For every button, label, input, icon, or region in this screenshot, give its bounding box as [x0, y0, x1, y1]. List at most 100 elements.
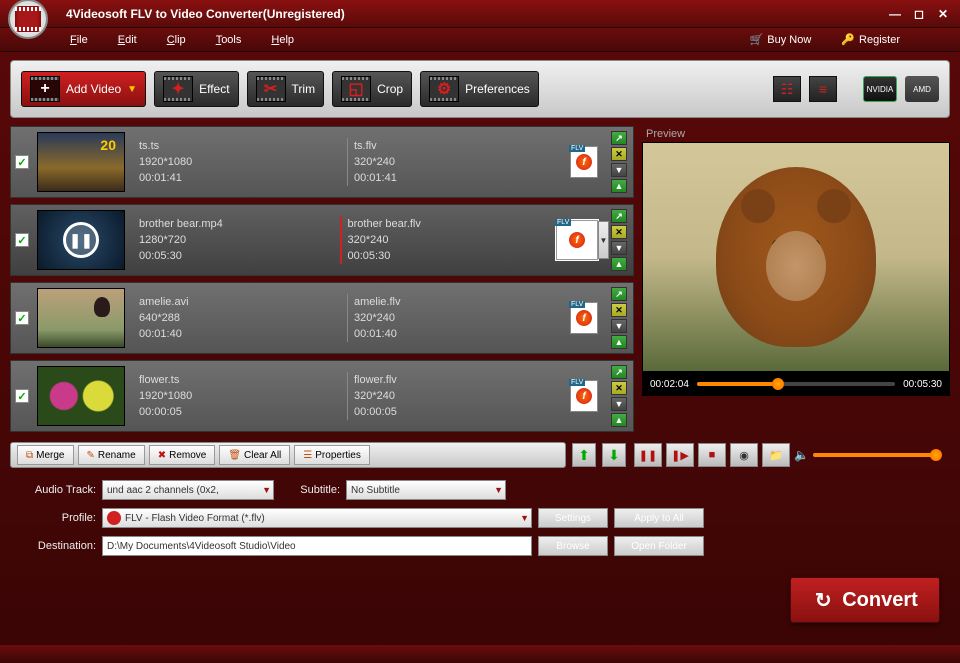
file-remove-button[interactable]: ✕	[611, 303, 627, 317]
properties-button[interactable]: ☰Properties	[294, 445, 370, 465]
convert-button[interactable]: ↻ Convert	[790, 577, 940, 623]
nvidia-badge: NVIDIA	[863, 76, 897, 102]
audio-track-select[interactable]: und aac 2 channels (0x2,▼	[102, 480, 274, 500]
format-icon[interactable]: f	[570, 380, 598, 412]
file-expand-button[interactable]: ↗	[611, 209, 627, 223]
output-duration: 00:05:30	[348, 248, 549, 264]
settings-panel: Audio Track: und aac 2 channels (0x2,▼ S…	[0, 470, 960, 566]
rename-button[interactable]: ✎Rename	[78, 445, 145, 465]
flash-icon: f	[576, 310, 592, 326]
file-resolution: 1920*1080	[139, 154, 347, 170]
menubar: File Edit Clip Tools Help 🛒Buy Now 🔑Regi…	[0, 28, 960, 52]
file-down-button[interactable]: ▼	[611, 319, 627, 333]
file-list: ✓ ts.ts 1920*1080 00:01:41 ts.flv 320*24…	[10, 126, 634, 432]
file-down-button[interactable]: ▼	[611, 163, 627, 177]
flash-icon: f	[576, 154, 592, 170]
view-detail-button[interactable]: ☷	[773, 76, 801, 102]
speaker-icon[interactable]: 🔈	[794, 448, 809, 462]
move-up-button[interactable]: ⬆	[572, 443, 596, 467]
list-actions-row: ⧉Merge ✎Rename ✖Remove 🗑Clear All ☰Prope…	[10, 440, 950, 470]
settings-button[interactable]: Settings	[538, 508, 608, 528]
menu-edit[interactable]: Edit	[118, 34, 137, 46]
cart-icon: 🛒	[750, 33, 764, 46]
file-remove-button[interactable]: ✕	[611, 381, 627, 395]
trim-button[interactable]: ✂ Trim	[247, 71, 325, 107]
file-duration: 00:00:05	[139, 404, 347, 420]
file-expand-button[interactable]: ↗	[611, 287, 627, 301]
minimize-button[interactable]: —	[886, 6, 904, 22]
format-icon[interactable]: f	[570, 146, 598, 178]
file-resolution: 640*288	[139, 310, 347, 326]
file-down-button[interactable]: ▼	[611, 241, 627, 255]
format-icon[interactable]: f ▼	[556, 220, 598, 260]
gear-icon: ⚙	[429, 76, 459, 102]
file-name: amelie.avi	[139, 294, 347, 310]
profile-select[interactable]: FLV - Flash Video Format (*.flv) ▼	[102, 508, 532, 528]
audio-track-label: Audio Track:	[16, 484, 96, 496]
window-title: 4Videosoft FLV to Video Converter(Unregi…	[56, 7, 886, 21]
seek-knob-icon[interactable]	[772, 378, 784, 390]
key-icon: 🔑	[841, 33, 855, 46]
crop-button[interactable]: ◱ Crop	[332, 71, 412, 107]
snapshot-button[interactable]: ◉	[730, 443, 758, 467]
profile-label: Profile:	[16, 512, 96, 524]
destination-input[interactable]: D:\My Documents\4Videosoft Studio\Video	[102, 536, 532, 556]
close-button[interactable]: ✕	[934, 6, 952, 22]
file-up-button[interactable]: ▲	[611, 257, 627, 271]
file-expand-button[interactable]: ↗	[611, 131, 627, 145]
file-up-button[interactable]: ▲	[611, 413, 627, 427]
stop-button[interactable]: ■	[698, 443, 726, 467]
convert-icon: ↻	[812, 589, 834, 611]
file-expand-button[interactable]: ↗	[611, 365, 627, 379]
preferences-button[interactable]: ⚙ Preferences	[420, 71, 539, 107]
dropdown-arrow-icon: ▼	[127, 84, 137, 95]
merge-button[interactable]: ⧉Merge	[17, 445, 74, 465]
move-down-button[interactable]: ⬇	[602, 443, 626, 467]
preview-controls: ❚❚ ❚▶ ■ ◉ 📁 🔈	[632, 440, 940, 470]
file-checkbox[interactable]: ✓	[15, 311, 29, 325]
menu-clip[interactable]: Clip	[167, 34, 186, 46]
apply-to-all-button[interactable]: Apply to All	[614, 508, 704, 528]
file-checkbox[interactable]: ✓	[15, 389, 29, 403]
subtitle-select[interactable]: No Subtitle▼	[346, 480, 506, 500]
view-list-button[interactable]: ≡	[809, 76, 837, 102]
format-dropdown-icon[interactable]: ▼	[598, 221, 609, 259]
clear-all-button[interactable]: 🗑Clear All	[219, 445, 290, 465]
file-item[interactable]: ✓ flower.ts 1920*1080 00:00:05 flower.fl…	[10, 360, 634, 432]
browse-button[interactable]: Browse	[538, 536, 608, 556]
file-down-button[interactable]: ▼	[611, 397, 627, 411]
pause-button[interactable]: ❚❚	[634, 443, 662, 467]
output-name: ts.flv	[354, 138, 562, 154]
seek-slider[interactable]	[697, 382, 895, 386]
register-link[interactable]: 🔑Register	[841, 33, 900, 46]
menu-file[interactable]: File	[70, 34, 88, 46]
maximize-button[interactable]: ◻	[910, 6, 928, 22]
snapshot-folder-button[interactable]: 📁	[762, 443, 790, 467]
file-resolution: 1920*1080	[139, 388, 347, 404]
preview-screen[interactable]	[642, 142, 950, 372]
file-checkbox[interactable]: ✓	[15, 155, 29, 169]
add-video-button[interactable]: + Add Video▼	[21, 71, 146, 107]
format-icon[interactable]: f	[570, 302, 598, 334]
file-item[interactable]: ✓ ts.ts 1920*1080 00:01:41 ts.flv 320*24…	[10, 126, 634, 198]
volume-knob-icon[interactable]	[930, 449, 942, 461]
effect-button[interactable]: ✦ Effect	[154, 71, 238, 107]
menu-help[interactable]: Help	[271, 34, 294, 46]
volume-control: 🔈	[794, 448, 938, 462]
file-resolution: 1280*720	[139, 232, 340, 248]
menu-tools[interactable]: Tools	[216, 34, 242, 46]
flash-icon: f	[576, 388, 592, 404]
file-remove-button[interactable]: ✕	[611, 147, 627, 161]
open-folder-button[interactable]: Open Folder	[614, 536, 704, 556]
file-remove-button[interactable]: ✕	[611, 225, 627, 239]
remove-button[interactable]: ✖Remove	[149, 445, 216, 465]
volume-slider[interactable]	[813, 453, 938, 457]
buy-now-link[interactable]: 🛒Buy Now	[750, 33, 812, 46]
file-item[interactable]: ✓ amelie.avi 640*288 00:01:40 amelie.flv…	[10, 282, 634, 354]
file-checkbox[interactable]: ✓	[15, 233, 29, 247]
file-item[interactable]: ✓ ❚❚ brother bear.mp4 1280*720 00:05:30 …	[10, 204, 634, 276]
step-button[interactable]: ❚▶	[666, 443, 694, 467]
destination-label: Destination:	[16, 540, 96, 552]
file-up-button[interactable]: ▲	[611, 335, 627, 349]
file-up-button[interactable]: ▲	[611, 179, 627, 193]
